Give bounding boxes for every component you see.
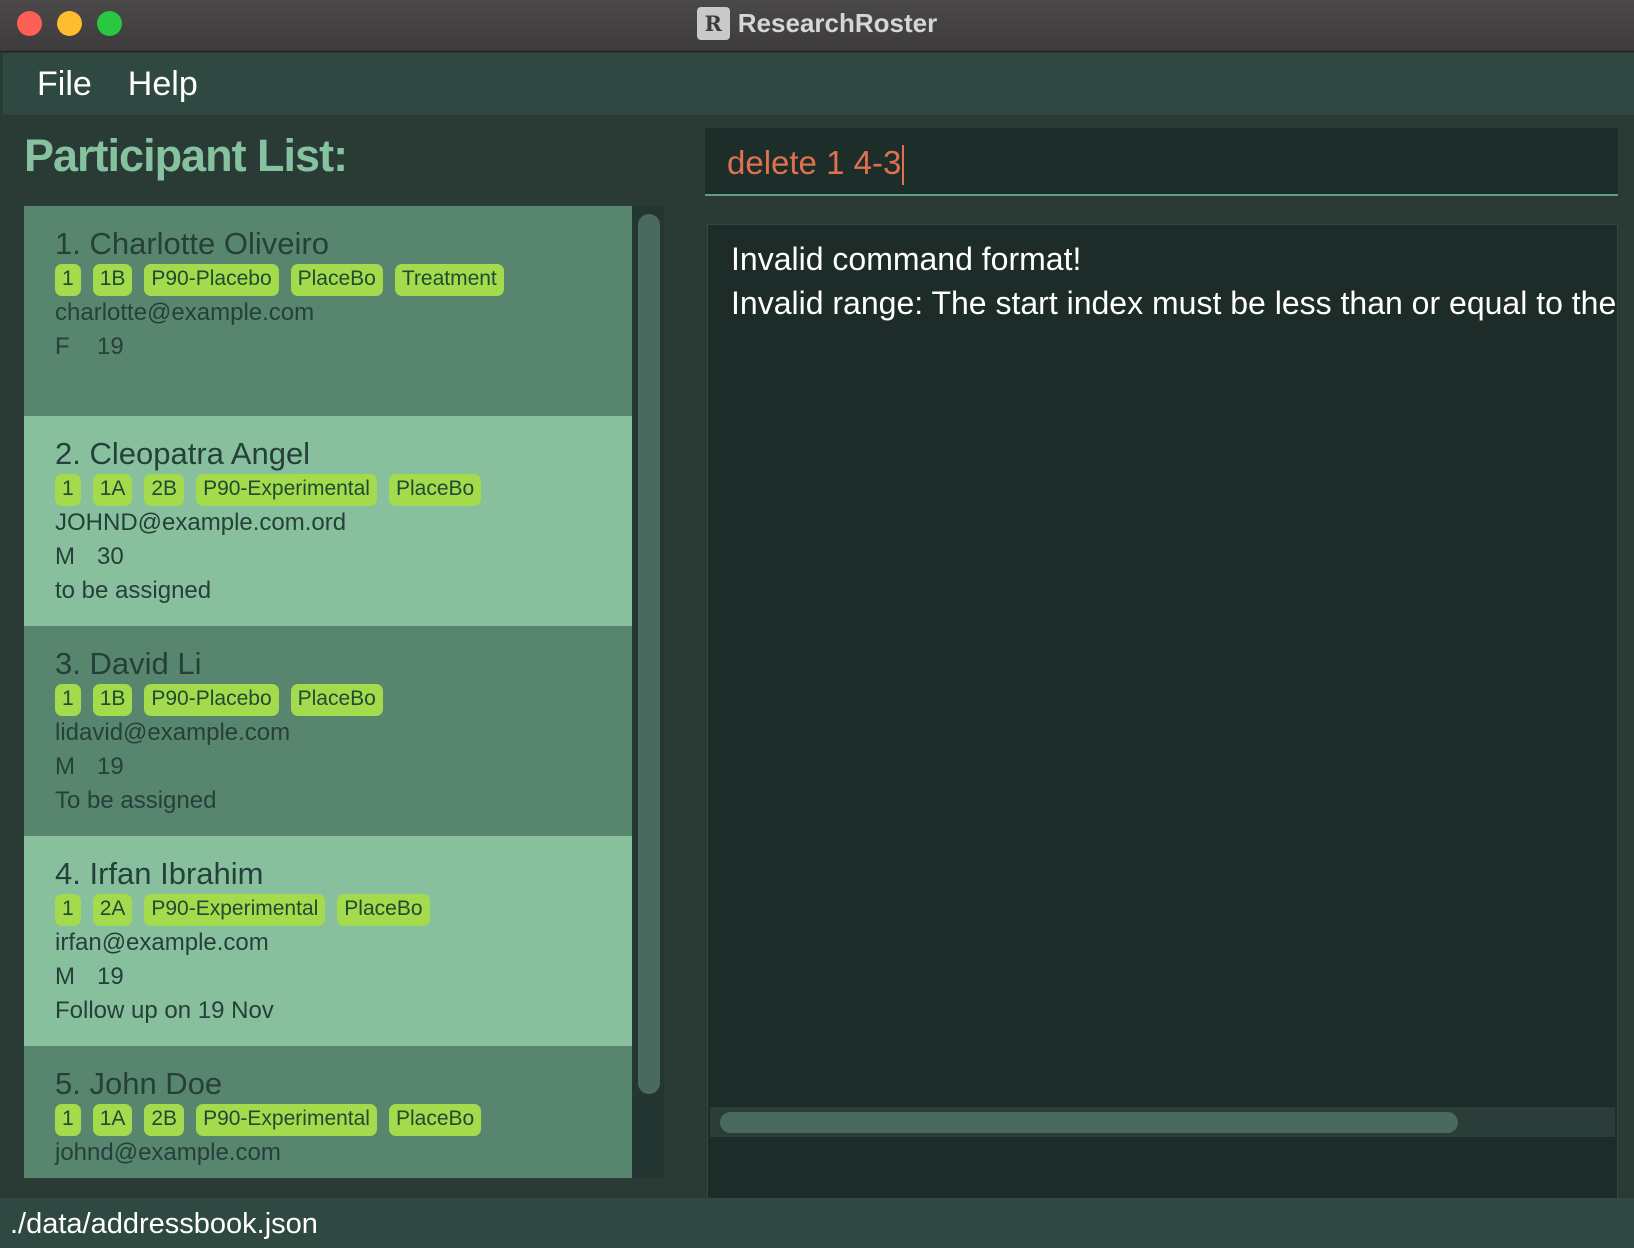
participant-email: irfan@example.com [55, 929, 269, 956]
participant-demographics: M 19 [55, 960, 632, 994]
participant-tag: 1B [92, 264, 133, 296]
menu-bar: File Help [3, 53, 1634, 115]
participant-card[interactable]: 1. Charlotte Oliveiro 1 1B P90-Placebo Place… [24, 206, 632, 416]
menu-file[interactable]: File [19, 65, 110, 104]
command-input-text: delete 1 4-3 [727, 144, 905, 186]
participant-age: 19 [97, 753, 124, 780]
result-line-1: Invalid command format! [731, 241, 1082, 277]
participant-tag: P90-Placebo [144, 264, 279, 296]
data-file-path: ./data/addressbook.json [10, 1208, 318, 1240]
participant-name: 4. Irfan Ibrahim [55, 856, 264, 891]
participant-tag: PlaceBo [388, 1104, 482, 1136]
participant-list[interactable]: 1. Charlotte Oliveiro 1 1B P90-Placebo Place… [24, 206, 632, 1178]
participant-card[interactable]: 5. John Doe 1 1A 2B P90-Experimental PlaceBo j… [24, 1046, 632, 1178]
participant-gender: F [55, 333, 70, 360]
participant-tag: PlaceBo [337, 894, 430, 926]
participant-tags: 1 1A 2B P90-Experimental PlaceBo [55, 1104, 632, 1136]
participant-tags: 1 1A 2B P90-Experimental PlaceBo [55, 474, 632, 506]
participant-name: 1. Charlotte Oliveiro [55, 226, 329, 261]
participant-list-title: Participant List: [24, 130, 348, 181]
window-title: ResearchRoster [737, 7, 938, 38]
participant-note: Follow up on 19 Nov [55, 997, 274, 1024]
participant-tag: P90-Experimental [196, 474, 377, 506]
command-value: delete 1 4-3 [727, 144, 902, 181]
participant-tag: PlaceBo [388, 474, 482, 506]
participant-list-scrollbar[interactable] [638, 214, 660, 1094]
participant-name: 3. David Li [55, 646, 202, 681]
participant-card[interactable]: 2. Cleopatra Angel 1 1A 2B P90-Experimental P… [24, 416, 632, 626]
participant-gender: M [55, 543, 75, 570]
participant-tag: 2B [144, 474, 185, 506]
participant-tags: 1 1B P90-Placebo PlaceBo [55, 684, 632, 716]
participant-list-panel: 1. Charlotte Oliveiro 1 1B P90-Placebo Place… [24, 206, 664, 1178]
participant-age: 19 [97, 963, 124, 990]
result-scrollbar-thumb[interactable] [720, 1112, 1458, 1133]
participant-tag: 1A [92, 474, 133, 506]
result-horizontal-scrollbar[interactable] [710, 1107, 1615, 1137]
participant-card[interactable]: 3. David Li 1 1B P90-Placebo PlaceBo lidavid@… [24, 626, 632, 836]
main-content: Participant List: 1. Charlotte Oliveiro 1… [3, 116, 1634, 1248]
participant-tag: 2B [144, 1104, 185, 1136]
participant-demographics: M 19 [55, 750, 632, 784]
participant-email: charlotte@example.com [55, 299, 315, 326]
participant-age: 30 [97, 543, 124, 570]
participant-tags: 1 2A P90-Experimental PlaceBo [55, 894, 632, 926]
participant-gender: M [55, 963, 75, 990]
participant-tag: 1 [55, 264, 81, 296]
result-line-2: Invalid range: The start index must be l… [731, 285, 1617, 321]
participant-tag: 1 [55, 474, 81, 506]
participant-email: johnd@example.com [55, 1139, 281, 1166]
menu-help[interactable]: Help [110, 65, 216, 104]
app-logo-icon: R [696, 6, 730, 40]
participant-note: To be assigned [55, 787, 217, 814]
participant-age: 19 [97, 333, 124, 360]
status-bar: ./data/addressbook.json [0, 1198, 1634, 1248]
participant-tag: P90-Experimental [144, 894, 326, 926]
participant-name: 2. Cleopatra Angel [55, 436, 311, 471]
participant-tag: 1A [92, 1104, 133, 1136]
text-caret [902, 145, 905, 186]
participant-tag: 1 [55, 684, 81, 716]
participant-note: to be assigned [55, 577, 212, 604]
participant-tag: PlaceBo [290, 264, 383, 296]
participant-card[interactable]: 4. Irfan Ibrahim 1 2A P90-Experimental Place… [24, 836, 632, 1046]
participant-name: 5. John Doe [55, 1066, 223, 1101]
title-bar: R ResearchRoster [0, 0, 1634, 52]
participant-tag: Treatment [394, 264, 504, 296]
participant-demographics: F 19 [55, 330, 632, 364]
command-input[interactable]: delete 1 4-3 [705, 128, 1618, 196]
result-display[interactable]: Invalid command format! Invalid range: T… [707, 224, 1618, 1248]
participant-tag: 1B [92, 684, 133, 716]
participant-tag: 2A [92, 894, 133, 926]
participant-tags: 1 1B P90-Placebo PlaceBo Treatment [55, 264, 632, 296]
participant-tag: PlaceBo [290, 684, 383, 716]
window-title-group: R ResearchRoster [0, 0, 1634, 46]
participant-email: lidavid@example.com [55, 719, 291, 746]
participant-gender: M [55, 753, 75, 780]
participant-demographics: M 30 [55, 540, 632, 574]
participant-tag: P90-Placebo [144, 684, 279, 716]
participant-tag: P90-Experimental [196, 1104, 377, 1136]
participant-email: JOHND@example.com.ord [55, 509, 347, 536]
participant-tag: 1 [55, 894, 81, 926]
participant-tag: 1 [55, 1104, 81, 1136]
